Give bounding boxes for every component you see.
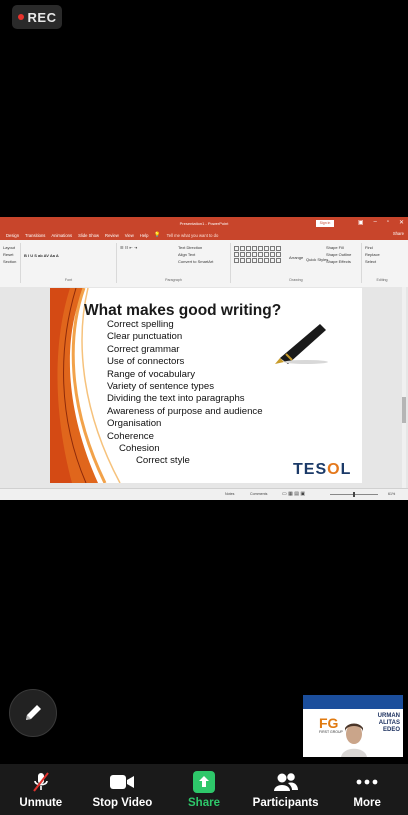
tab-animations[interactable]: Animations <box>51 233 72 238</box>
arrange-button[interactable]: Arrange <box>289 255 303 260</box>
font-format-buttons[interactable]: B I U S ab AV Aa A <box>24 253 113 258</box>
video-background-banner <box>303 695 403 709</box>
close-icon[interactable]: ✕ <box>399 219 404 226</box>
paragraph-group: Text Direction Align Text Convert to Sma… <box>117 243 231 283</box>
record-dot-icon <box>17 14 24 20</box>
unmute-button[interactable]: Unmute <box>0 764 82 815</box>
video-background-subtitle: FIRST GROUP <box>319 730 343 734</box>
bullet-list: Correct spelling Clear punctuation Corre… <box>107 319 263 468</box>
annotate-button[interactable] <box>9 689 57 737</box>
sign-in-button[interactable]: Sign in <box>316 220 334 227</box>
text-direction-button[interactable]: Text Direction <box>178 245 213 250</box>
maximize-icon[interactable]: ▫ <box>387 219 389 226</box>
tab-slide-show[interactable]: Slide Show <box>78 233 99 238</box>
vertical-scrollbar[interactable] <box>402 287 406 489</box>
editing-group: Find Replace Select Editing <box>362 243 402 283</box>
select-button[interactable]: Select <box>365 259 399 264</box>
participants-label: Participants <box>252 797 319 809</box>
slide[interactable]: What makes good writing? Correct spellin… <box>50 288 362 483</box>
shape-fill-button[interactable]: Shape Fill <box>326 245 351 250</box>
participants-icon <box>273 771 299 793</box>
more-label: More <box>353 797 381 809</box>
share-screen-icon <box>192 771 215 793</box>
drawing-group-label: Drawing <box>289 278 303 282</box>
view-buttons-icon[interactable]: ▭ ▦ ▤ ▣ <box>282 491 305 497</box>
participant-person <box>341 723 367 757</box>
bullet-item: Use of connectors <box>107 356 185 368</box>
bullet-item: Clear punctuation <box>107 331 183 343</box>
text-tools: Text Direction Align Text Convert to Sma… <box>175 243 216 266</box>
share-button[interactable]: Share <box>163 764 245 815</box>
tesol-logo: TESOL <box>293 461 352 478</box>
slides-group: Layout Reset Section <box>0 243 21 283</box>
slide-title: What makes good writing? <box>84 302 282 319</box>
video-camera-icon <box>109 771 135 793</box>
self-video-thumbnail[interactable]: FG FIRST GROUP URMAN ALITAS EDEO <box>303 695 403 757</box>
tab-design[interactable]: Design <box>6 233 19 238</box>
share-button[interactable]: Share <box>393 231 404 236</box>
fountain-pen-icon <box>275 324 328 364</box>
bullet-item: Range of vocabulary <box>107 368 195 380</box>
reset-button[interactable]: Reset <box>3 252 17 257</box>
minimize-icon[interactable]: – <box>373 219 376 226</box>
find-button[interactable]: Find <box>365 245 399 250</box>
bullet-item: Correct spelling <box>107 319 174 330</box>
window-controls: ▣ – ▫ ✕ <box>358 219 404 226</box>
status-bar: Notes Comments ▭ ▦ ▤ ▣ 61% <box>0 488 408 500</box>
tell-me-search[interactable]: Tell me what you want to do <box>167 233 219 238</box>
slide-editing-area: What makes good writing? Correct spellin… <box>0 287 408 489</box>
ribbon: Layout Reset Section B I U S ab AV Aa A … <box>0 240 408 288</box>
document-title: Presentation1 - PowerPoint <box>179 221 229 226</box>
font-group: B I U S ab AV Aa A Font <box>21 243 117 283</box>
shape-outline-button[interactable]: Shape Outline <box>326 252 351 257</box>
bullet-subitem: Correct style <box>136 455 190 467</box>
zoom-level[interactable]: 61% <box>388 492 395 496</box>
bullet-subitem: Cohesion <box>119 443 160 455</box>
tab-transitions[interactable]: Transitions <box>25 233 45 238</box>
bullet-item: Organisation <box>107 418 162 430</box>
zoom-slider-knob[interactable] <box>353 492 355 497</box>
meeting-toolbar: Unmute Stop Video Share Participants Mor… <box>0 764 408 815</box>
pencil-icon <box>26 705 41 720</box>
paragraph-group-label: Paragraph <box>165 278 182 282</box>
bullet-item: Coherence <box>107 430 154 442</box>
convert-smartart-button[interactable]: Convert to SmartArt <box>178 259 213 264</box>
bullet-item: Awareness of purpose and audience <box>107 405 263 417</box>
bullet-item: Dividing the text into paragraphs <box>107 393 245 405</box>
editing-group-label: Editing <box>376 278 388 282</box>
tab-help[interactable]: Help <box>140 233 149 238</box>
recording-label: REC <box>27 9 57 25</box>
stop-video-label: Stop Video <box>92 797 153 809</box>
lightbulb-icon: 💡 <box>154 232 161 238</box>
bullet-item: Correct grammar <box>107 343 180 355</box>
more-icon <box>356 771 378 793</box>
section-button[interactable]: Section <box>3 259 17 264</box>
powerpoint-titlebar: Presentation1 - PowerPoint Sign in ▣ – ▫… <box>0 217 408 230</box>
layout-button[interactable]: Layout <box>3 245 17 250</box>
stop-video-button[interactable]: Stop Video <box>82 764 164 815</box>
font-group-label: Font <box>64 278 73 282</box>
scroll-thumb[interactable] <box>402 397 406 423</box>
shape-format-tools: Shape Fill Shape Outline Shape Effects <box>323 243 354 266</box>
shared-screen: Presentation1 - PowerPoint Sign in ▣ – ▫… <box>0 217 408 500</box>
ribbon-options-icon[interactable]: ▣ <box>358 219 364 226</box>
drawing-group: Arrange Quick Styles Shape Fill Shape Ou… <box>231 243 362 283</box>
video-background-text: FG <box>319 715 339 731</box>
bullet-item: Variety of sentence types <box>107 381 215 393</box>
tab-review[interactable]: Review <box>105 233 119 238</box>
comments-button[interactable]: Comments <box>250 492 267 496</box>
align-text-button[interactable]: Align Text <box>178 252 213 257</box>
more-button[interactable]: More <box>326 764 408 815</box>
recording-indicator[interactable]: REC <box>12 5 62 29</box>
shape-effects-button[interactable]: Shape Effects <box>326 259 351 264</box>
video-background-lines: URMAN ALITAS EDEO <box>377 713 400 733</box>
tab-view[interactable]: View <box>125 233 134 238</box>
muted-mic-icon <box>30 771 52 793</box>
unmute-label: Unmute <box>19 797 63 809</box>
share-label: Share <box>188 797 220 809</box>
participants-button[interactable]: Participants <box>245 764 327 815</box>
ribbon-tabs: Design Transitions Animations Slide Show… <box>0 230 408 240</box>
replace-button[interactable]: Replace <box>365 252 399 257</box>
notes-button[interactable]: Notes <box>225 492 234 496</box>
